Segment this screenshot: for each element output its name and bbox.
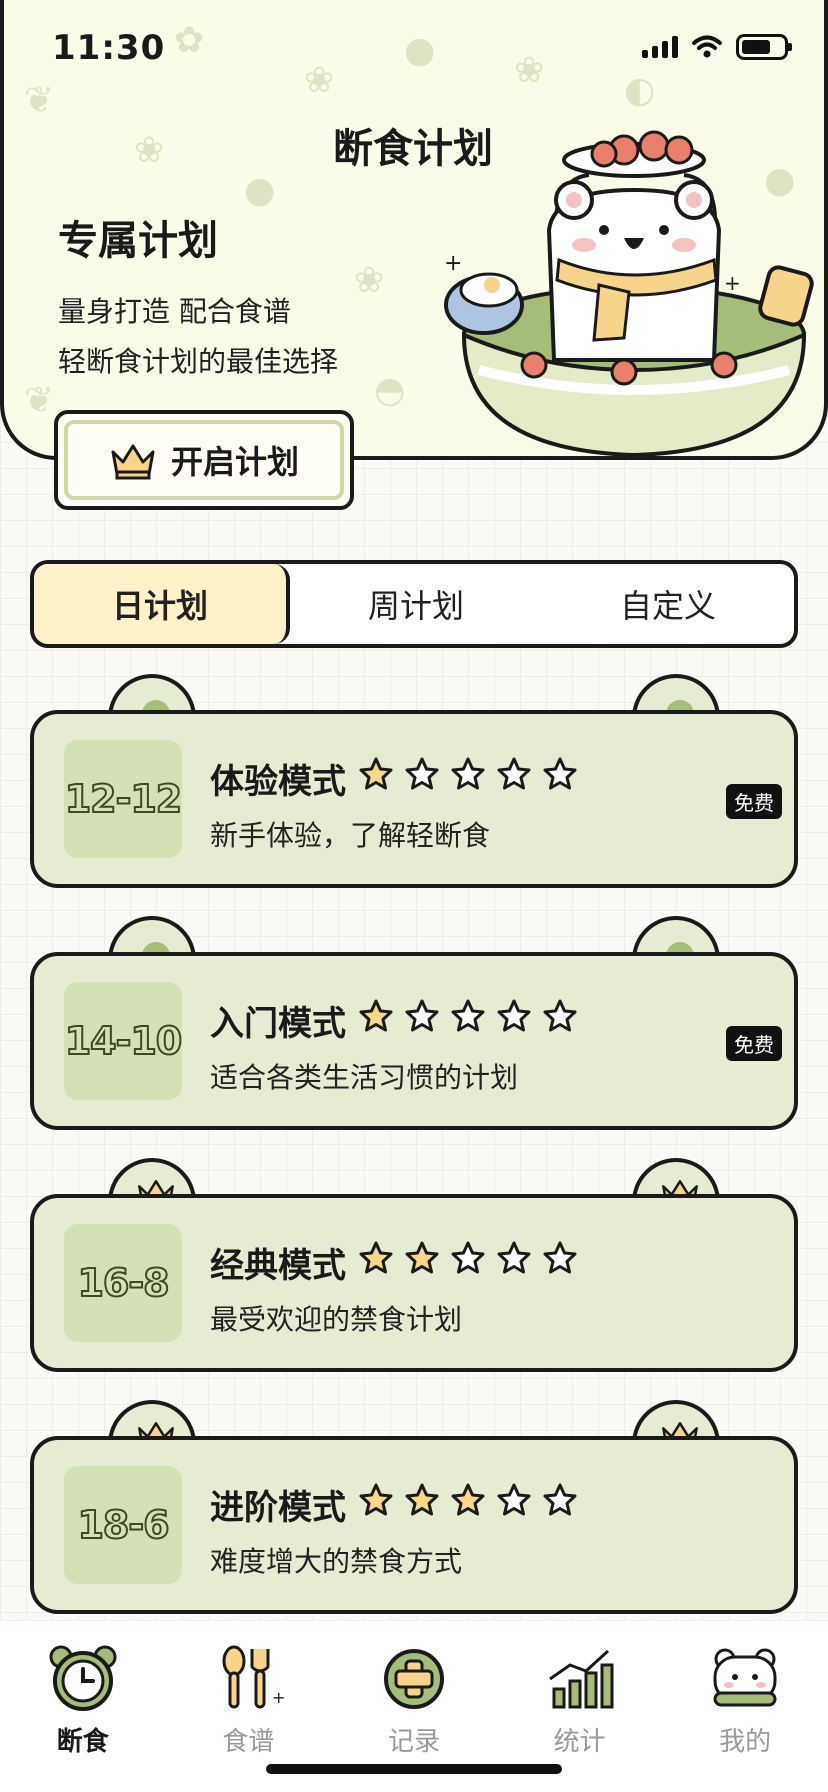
home-indicator[interactable]: [266, 1764, 562, 1774]
plan-card-classic[interactable]: 16-8 经典模式 最受欢迎的禁食计划: [30, 1158, 798, 1372]
star-icon: [405, 999, 439, 1032]
difficulty-stars: [358, 1240, 578, 1276]
nav-label: 统计: [553, 1727, 606, 1757]
star-icon: [543, 1483, 577, 1516]
difficulty-stars: [358, 1482, 578, 1518]
nav-label: 断食: [56, 1727, 109, 1757]
star-icon: [497, 1241, 531, 1274]
star-icon: [543, 999, 577, 1032]
star-icon: [543, 1241, 577, 1274]
plan-ratio: 12-12: [64, 740, 183, 858]
header-banner: ✿ ❀ ● ❀ ◐ ❦ ❀ ● ❀ ❦ ◓ ● ❦ 11:30 断食计划 专属计…: [0, 0, 828, 460]
battery-icon: [736, 34, 792, 60]
plan-card-body: 16-8 经典模式 最受欢迎的禁食计划: [30, 1194, 798, 1372]
star-icon: [405, 1483, 439, 1516]
star-icon: [497, 757, 531, 790]
star-icon: [451, 999, 485, 1032]
star-icon: [359, 1241, 393, 1274]
plan-title: 进阶模式: [210, 1488, 346, 1528]
svg-text:+: +: [444, 251, 462, 276]
bear-profile-icon: [713, 1648, 777, 1707]
plan-description-line-1: 量身打造 配合食谱: [58, 295, 291, 328]
status-time: 11:30: [52, 28, 166, 68]
plan-description-line-2: 轻断食计划的最佳选择: [58, 345, 339, 378]
free-badge: 免费: [726, 1026, 782, 1061]
nav-label: 记录: [387, 1727, 440, 1757]
plan-type-tabs: 日计划 周计划 自定义: [30, 560, 798, 648]
plan-title: 体验模式: [210, 762, 346, 802]
watermelon-doodle-icon: ◓: [374, 370, 406, 411]
plan-title: 经典模式: [210, 1246, 346, 1286]
difficulty-stars: [358, 756, 578, 792]
nav-label: 食谱: [222, 1727, 275, 1757]
start-plan-button-inner: 开启计划: [64, 420, 344, 500]
clock-icon: [49, 1645, 117, 1711]
star-icon: [405, 1241, 439, 1274]
star-icon: [543, 757, 577, 790]
svg-text:+: +: [724, 271, 741, 295]
strawberry-doodle-icon: ❀: [304, 60, 335, 101]
plan-subtitle: 最受欢迎的禁食计划: [210, 1303, 463, 1336]
plan-subtitle: 新手体验，了解轻断食: [210, 819, 491, 852]
plan-ratio: 18-6: [64, 1466, 182, 1584]
strawberry-doodle-icon: ❀: [354, 260, 385, 301]
start-plan-button[interactable]: 开启计划: [54, 410, 354, 510]
plan-ratio: 16-8: [64, 1224, 182, 1342]
leaf-doodle-icon: ❦: [24, 380, 55, 421]
nav-item-fasting[interactable]: 断食: [0, 1621, 166, 1792]
plan-card-body: 18-6 进阶模式 难度增大的禁食方式: [30, 1436, 798, 1614]
cellular-signal-icon: [642, 36, 678, 58]
nav-label: 我的: [719, 1727, 772, 1757]
plus-record-icon: [383, 1649, 444, 1709]
plan-card-body: 14-10 入门模式 适合各类生活习惯的计划 免费: [30, 952, 798, 1130]
status-icons: [642, 34, 792, 60]
plan-subtitle: 适合各类生活习惯的计划: [210, 1061, 519, 1094]
difficulty-stars: [358, 998, 578, 1034]
svg-text:+: +: [272, 1688, 285, 1707]
berry-doodle-icon: ❀: [514, 50, 545, 91]
plan-title: 入门模式: [210, 1004, 346, 1044]
corn-doodle-icon: ✿: [174, 20, 205, 61]
star-icon: [497, 1483, 531, 1516]
tab-weekly-plan[interactable]: 周计划: [290, 564, 542, 644]
star-icon: [405, 757, 439, 790]
tab-daily-plan[interactable]: 日计划: [34, 564, 290, 644]
wifi-icon: [692, 35, 722, 58]
plan-subtitle: 难度增大的禁食方式: [210, 1545, 463, 1578]
tab-custom-plan[interactable]: 自定义: [542, 564, 794, 644]
star-icon: [451, 1241, 485, 1274]
star-icon: [497, 999, 531, 1032]
star-icon: [359, 999, 393, 1032]
plan-card-advanced[interactable]: 18-6 进阶模式 难度增大的禁食方式: [30, 1400, 798, 1614]
fruit-doodle-icon: ◐: [624, 70, 656, 111]
nav-item-profile[interactable]: 我的: [662, 1621, 828, 1792]
leaf-doodle-icon: ❦: [24, 80, 55, 121]
star-icon: [451, 757, 485, 790]
plan-title: 专属计划: [58, 217, 218, 264]
star-icon: [359, 757, 393, 790]
bear-in-bowl-illustration: + +: [444, 130, 814, 456]
start-plan-button-label: 开启计划: [170, 443, 299, 481]
chart-icon: [548, 1649, 614, 1709]
apple-doodle-icon: ●: [404, 30, 436, 71]
free-badge: 免费: [726, 784, 782, 819]
spoon-fork-icon: +: [222, 1645, 286, 1709]
plan-ratio: 14-10: [64, 982, 183, 1100]
crown-icon: [111, 444, 155, 480]
star-icon: [359, 1483, 393, 1516]
star-icon: [451, 1483, 485, 1516]
plan-card-trial[interactable]: 12-12 体验模式 新手体验，了解轻断食 免费: [30, 674, 798, 888]
fruit-doodle-icon: ●: [244, 170, 276, 211]
plan-card-body: 12-12 体验模式 新手体验，了解轻断食 免费: [30, 710, 798, 888]
plan-card-beginner[interactable]: 14-10 入门模式 适合各类生活习惯的计划 免费: [30, 916, 798, 1130]
